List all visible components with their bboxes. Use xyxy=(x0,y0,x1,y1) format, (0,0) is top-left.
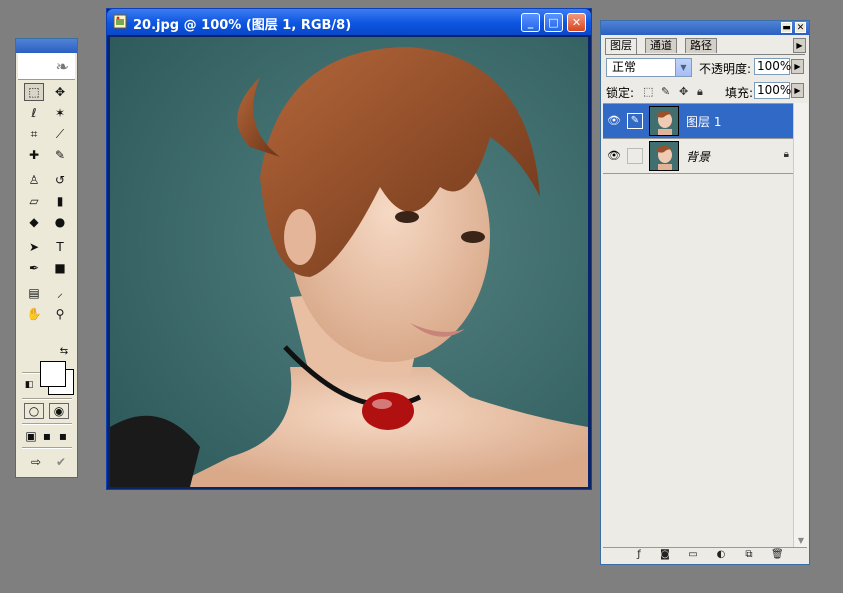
screen-mode-standard-icon[interactable]: ▣ xyxy=(24,429,38,443)
layer-name: 图层 1 xyxy=(686,115,722,129)
standard-mode-icon[interactable]: ○ xyxy=(24,403,44,419)
toolbox-divider xyxy=(22,447,72,449)
scroll-down-icon[interactable]: ▼ xyxy=(794,534,808,548)
palette-close-icon[interactable]: ✕ xyxy=(795,22,806,33)
brush-icon[interactable]: ✎ xyxy=(50,146,70,164)
palette-menu-icon[interactable]: ▶ xyxy=(793,38,806,53)
crop-icon[interactable]: ⌗ xyxy=(24,125,44,143)
path-select-icon[interactable]: ➤ xyxy=(24,238,44,256)
rect-marquee-icon[interactable]: ⬚ xyxy=(24,83,44,101)
layers-bottom-toolbar: ƒ ◙ ▭ ◐ ⧉ 🗑︎ xyxy=(603,547,807,562)
trash-icon[interactable]: 🗑︎ xyxy=(771,549,784,561)
layer-row-layer1[interactable]: 👁︎ ✎ 图层 1 xyxy=(603,104,793,139)
new-group-icon[interactable]: ▭ xyxy=(687,549,699,561)
shape-icon[interactable]: ■ xyxy=(50,259,70,277)
toolbox-divider xyxy=(22,398,72,400)
lasso-icon[interactable]: ℓ xyxy=(24,104,44,122)
tab-channels[interactable]: 通道 xyxy=(645,38,677,53)
add-mask-icon[interactable]: ◙ xyxy=(659,549,671,561)
close-button[interactable]: ✕ xyxy=(567,13,586,32)
document-window: 20.jpg @ 100% (图层 1, RGB/8) _ □ ✕ xyxy=(106,8,592,490)
blur-icon[interactable]: ◆ xyxy=(24,213,44,231)
pen-icon[interactable]: ✒ xyxy=(24,259,44,277)
tab-divider xyxy=(605,54,805,55)
opacity-field[interactable]: 100% xyxy=(754,58,791,75)
hand-icon[interactable]: ✋ xyxy=(24,305,44,323)
layers-palette-titlebar[interactable]: ▬ ✕ xyxy=(601,21,809,35)
jump-to-imageready-icon[interactable]: ⇨ xyxy=(24,453,48,471)
eraser-icon[interactable]: ▱ xyxy=(24,192,44,210)
healing-brush-icon[interactable]: ✚ xyxy=(24,146,44,164)
maximize-button[interactable]: □ xyxy=(544,13,563,32)
link-box-icon[interactable] xyxy=(627,148,643,164)
foreground-color-swatch[interactable] xyxy=(40,361,66,387)
layers-palette: ▬ ✕ 图层 通道 路径 ▶ 正常 ▼ 不透明度: 100% ▶ 锁定: ⬚ ✎… xyxy=(600,20,810,565)
swap-colors-icon[interactable]: ⇆ xyxy=(58,346,70,358)
opacity-slider-icon[interactable]: ▶ xyxy=(791,59,804,74)
layer-name: 背景 xyxy=(686,150,711,164)
layers-scrollbar[interactable]: ▼ xyxy=(793,103,808,548)
lock-all-icon[interactable]: 🔒︎ xyxy=(697,85,703,99)
quick-mask-icon[interactable]: ◉ xyxy=(49,403,69,419)
visibility-eye-icon[interactable]: 👁︎ xyxy=(606,113,622,129)
tab-paths[interactable]: 路径 xyxy=(685,38,717,53)
layer-thumbnail xyxy=(649,141,679,171)
type-icon[interactable]: T xyxy=(50,238,70,256)
zoom-icon[interactable]: ⚲ xyxy=(50,305,70,323)
chevron-down-icon: ▼ xyxy=(675,59,691,76)
checkmark-icon[interactable]: ✔ xyxy=(52,453,70,471)
layer-list: 👁︎ ✎ 图层 1 👁︎ 背景 🔒︎ xyxy=(603,103,793,549)
toolbox-titlebar[interactable] xyxy=(16,39,77,53)
history-brush-icon[interactable]: ↺ xyxy=(50,171,70,189)
lock-position-icon[interactable]: ✥ xyxy=(679,85,688,98)
move-icon[interactable]: ✥ xyxy=(50,83,70,101)
eyedropper-icon[interactable]: ⸝ xyxy=(50,284,70,302)
fill-field[interactable]: 100% xyxy=(754,82,791,99)
image-file-icon xyxy=(113,14,127,29)
minimize-button[interactable]: _ xyxy=(521,13,540,32)
fill-label: 填充: xyxy=(725,86,754,100)
adobe-feather-logo[interactable]: ❧ xyxy=(18,53,75,80)
gradient-icon[interactable]: ▮ xyxy=(50,192,70,210)
toolbox-palette: ❧ ⬚ ✥ ℓ ✶ ⌗ ⟋ ✚ ✎ ♙ ↺ ▱ ▮ ◆ ● ➤ T ✒ ■ ▤ ⸝ ✋ ⚲ ⇆ ◧ ○ ◉ ▣ ▪ ▪ ⇨… xyxy=(15,38,78,478)
adjustment-layer-icon[interactable]: ◐ xyxy=(715,549,727,561)
layer-thumbnail xyxy=(649,106,679,136)
brush-link-icon[interactable]: ✎ xyxy=(627,113,643,129)
palette-minimize-icon[interactable]: ▬ xyxy=(781,22,792,33)
visibility-eye-icon[interactable]: 👁︎ xyxy=(606,148,622,164)
blend-mode-select[interactable]: 正常 ▼ xyxy=(606,58,692,77)
layer-style-icon[interactable]: ƒ xyxy=(633,549,645,561)
tab-layers[interactable]: 图层 xyxy=(605,38,637,55)
notes-icon[interactable]: ▤ xyxy=(24,284,44,302)
default-colors-icon[interactable]: ◧ xyxy=(23,379,35,391)
screen-mode-full-menu-icon[interactable]: ▪ xyxy=(40,429,54,443)
lock-transparency-icon[interactable]: ⬚ xyxy=(643,85,653,98)
clone-stamp-icon[interactable]: ♙ xyxy=(24,171,44,189)
lock-icon: 🔒︎ xyxy=(783,149,789,160)
blend-mode-value: 正常 xyxy=(612,60,637,74)
lock-image-icon[interactable]: ✎ xyxy=(661,85,670,98)
opacity-label: 不透明度: xyxy=(699,62,752,76)
document-title: 20.jpg @ 100% (图层 1, RGB/8) xyxy=(133,18,352,33)
screen-mode-full-icon[interactable]: ▪ xyxy=(56,429,70,443)
toolbox-divider xyxy=(22,423,72,425)
dodge-icon[interactable]: ● xyxy=(50,213,70,231)
fill-slider-icon[interactable]: ▶ xyxy=(791,83,804,98)
layer-row-background[interactable]: 👁︎ 背景 🔒︎ xyxy=(603,139,793,174)
magic-wand-icon[interactable]: ✶ xyxy=(50,104,70,122)
portrait-photo xyxy=(110,37,588,487)
image-canvas[interactable] xyxy=(110,37,588,487)
new-layer-icon[interactable]: ⧉ xyxy=(743,549,755,561)
document-titlebar[interactable]: 20.jpg @ 100% (图层 1, RGB/8) _ □ ✕ xyxy=(107,9,591,35)
lock-label: 锁定: xyxy=(606,86,635,100)
slice-icon[interactable]: ⟋ xyxy=(50,125,70,143)
